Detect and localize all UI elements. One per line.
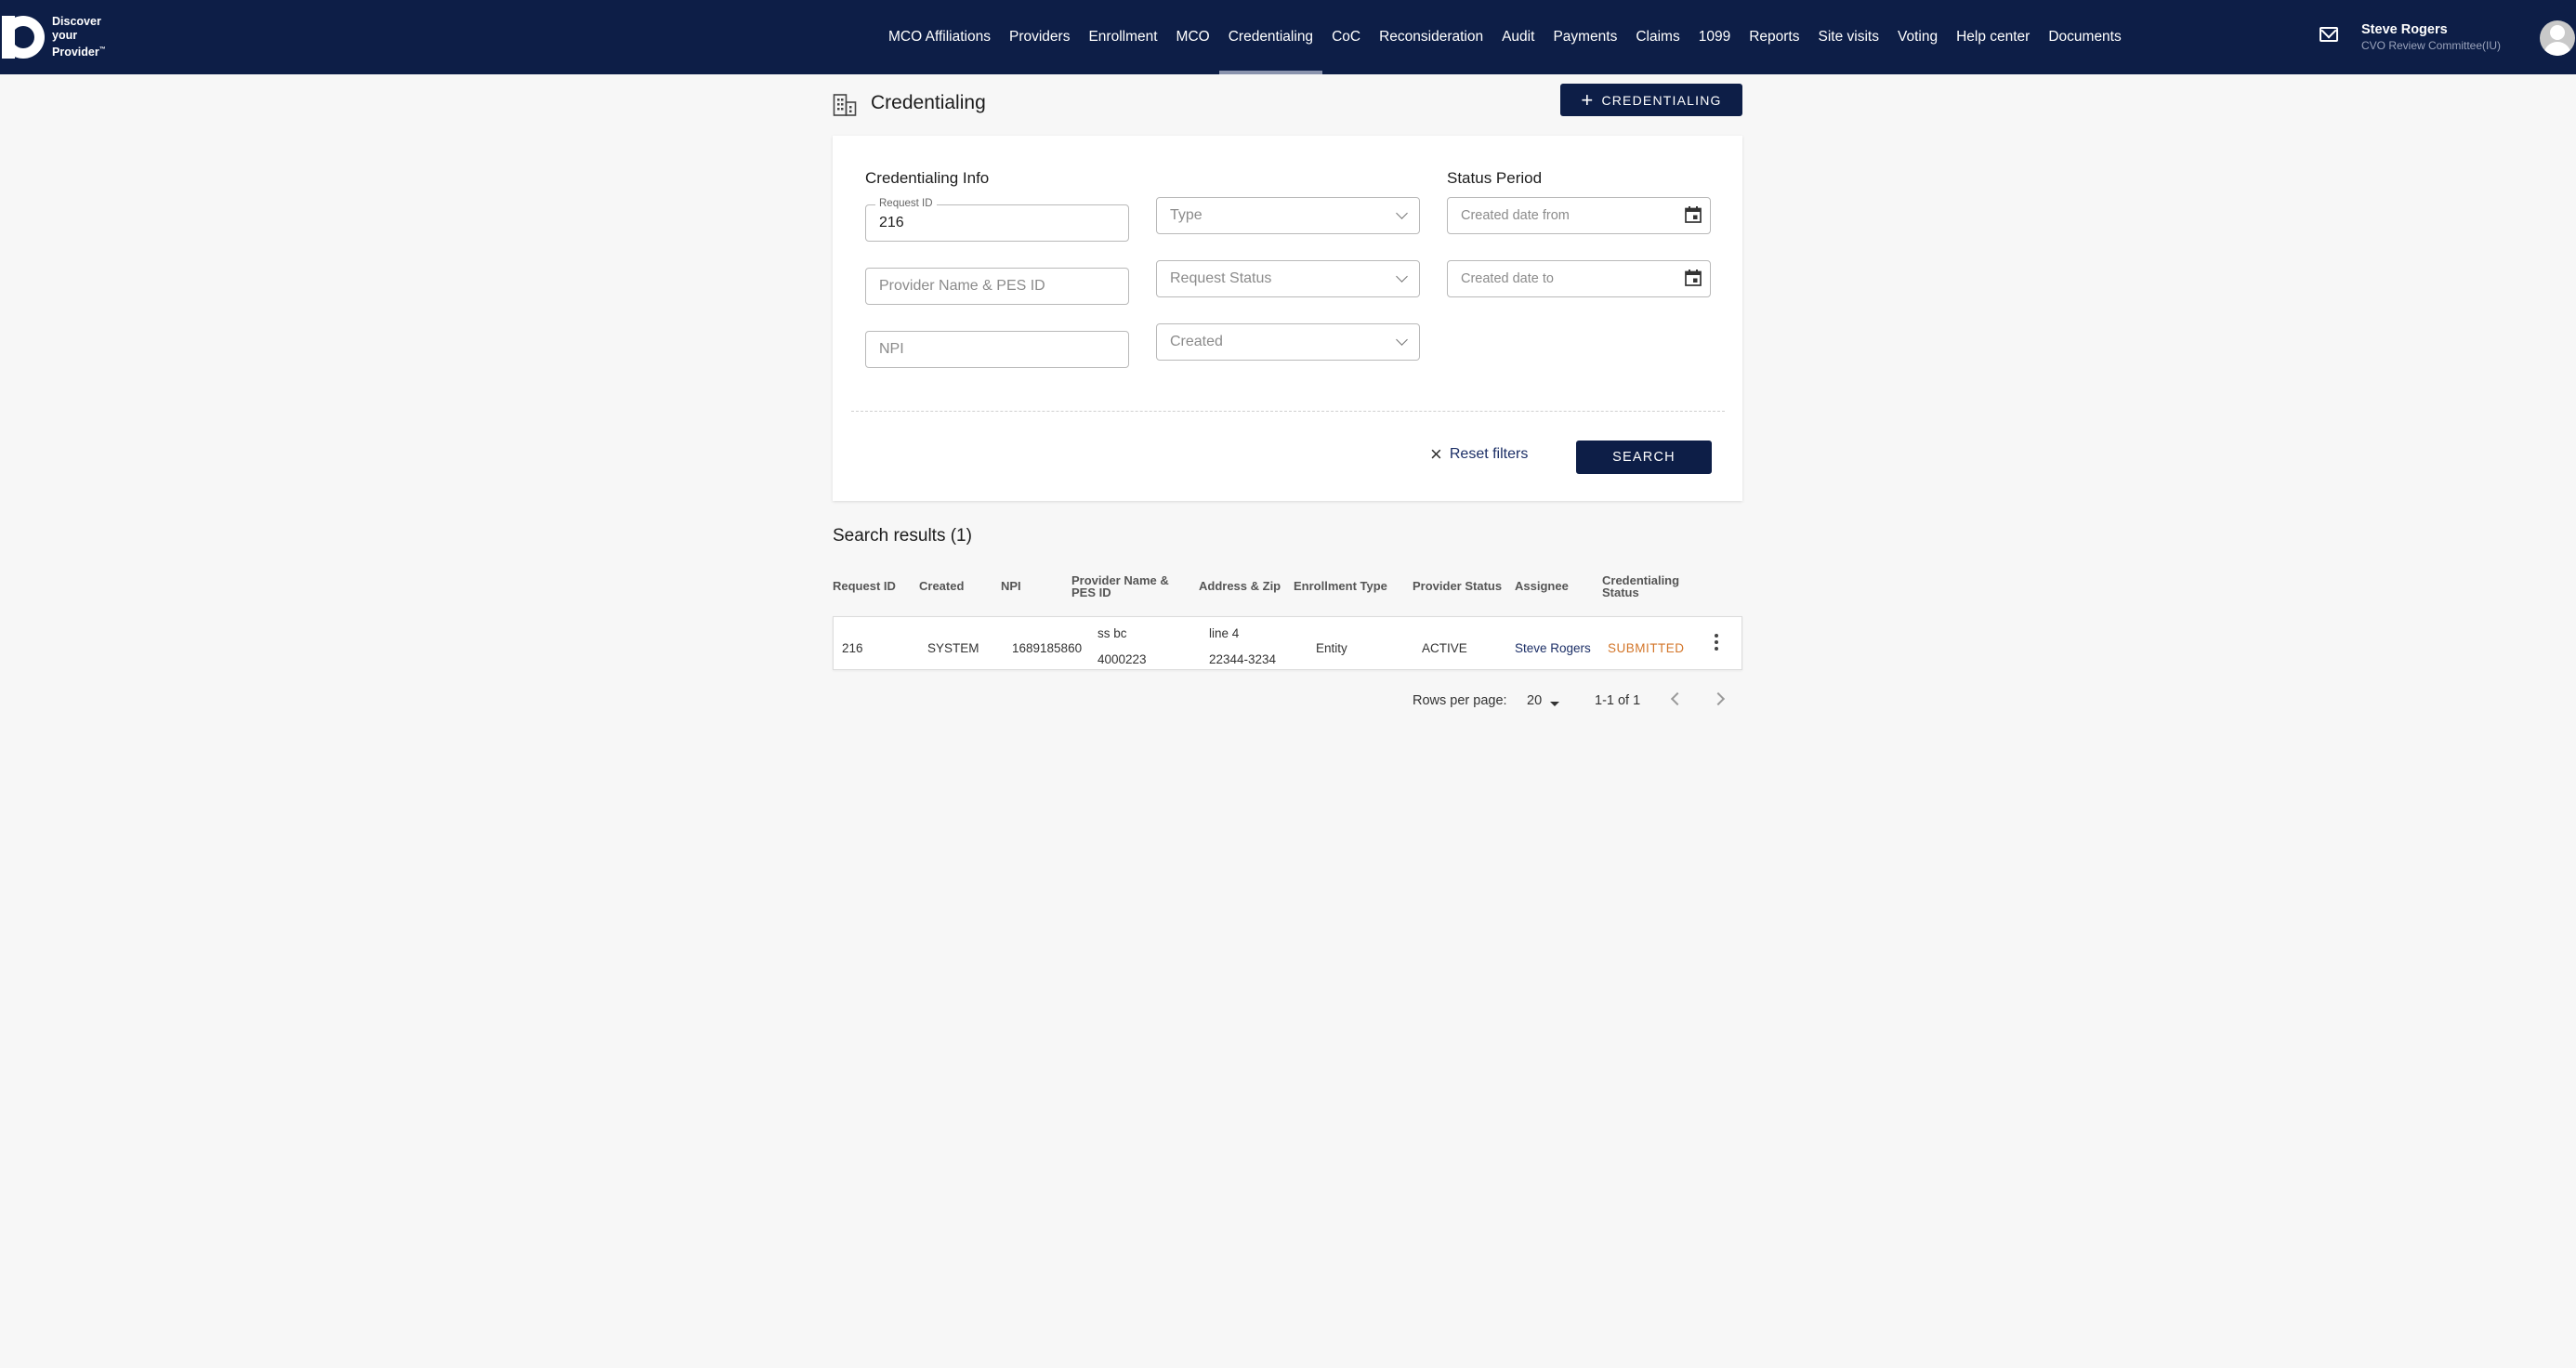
logo-line-2: your	[52, 29, 78, 42]
cell-zip: 22344-3234	[1209, 652, 1277, 666]
col-created[interactable]: Created	[919, 580, 964, 592]
logo-line-1: Discover	[52, 15, 101, 28]
cell-request-id: 216	[842, 641, 863, 655]
credentialing-info-title: Credentialing Info	[865, 169, 990, 187]
nav-enrollment[interactable]: Enrollment	[1079, 0, 1166, 74]
nav-providers[interactable]: Providers	[1000, 0, 1079, 74]
created-date-from-input[interactable]: Created date from	[1447, 197, 1711, 234]
new-credentialing-button[interactable]: + CREDENTIALING	[1560, 84, 1742, 116]
results-title: Search results (1)	[833, 526, 972, 546]
col-credentialing-status[interactable]: Credentialing Status	[1602, 574, 1679, 598]
plus-icon: +	[1581, 87, 1595, 112]
col-address[interactable]: Address & Zip	[1199, 580, 1281, 592]
calendar-icon[interactable]	[1684, 205, 1702, 224]
nav-documents[interactable]: Documents	[2039, 0, 2130, 74]
nav-mco[interactable]: MCO	[1167, 0, 1219, 74]
status-period-title: Status Period	[1447, 169, 1543, 187]
filter-panel: Credentialing Info Status Period Request…	[833, 136, 1742, 501]
cell-provider-name: ss bc	[1097, 626, 1127, 640]
user-role: CVO Review Committee(IU)	[2361, 39, 2502, 52]
chevron-down-icon	[1396, 334, 1408, 346]
avatar[interactable]	[2540, 20, 2575, 56]
cell-pes-id: 4000223	[1097, 652, 1147, 666]
provider-name-placeholder: Provider Name & PES ID	[879, 278, 1045, 294]
page-title: Credentialing	[871, 92, 986, 113]
cell-assignee-link[interactable]: Steve Rogers	[1515, 641, 1591, 655]
created-date-to-input[interactable]: Created date to	[1447, 260, 1711, 297]
col-enrollment-type[interactable]: Enrollment Type	[1294, 580, 1387, 592]
nav-mco-affiliations[interactable]: MCO Affiliations	[879, 0, 1000, 74]
reset-filters-button[interactable]: × Reset filters	[1430, 442, 1529, 466]
brand-logo[interactable]: Discover your Provider™	[2, 15, 106, 59]
request-id-input[interactable]: Request ID 216	[865, 198, 1129, 242]
status-badge: SUBMITTED	[1608, 641, 1685, 655]
type-placeholder: Type	[1170, 207, 1203, 223]
table-row[interactable]: 216 SYSTEM 1689185860 ss bc 4000223 line…	[833, 616, 1742, 670]
nav-payments[interactable]: Payments	[1544, 0, 1626, 74]
nav-1099[interactable]: 1099	[1689, 0, 1740, 74]
request-id-label: Request ID	[875, 198, 937, 209]
caret-down-icon[interactable]	[1550, 702, 1559, 706]
page-range: 1-1 of 1	[1595, 693, 1641, 708]
cell-address: line 4	[1209, 626, 1240, 640]
logo-wordmark: Discover your Provider™	[52, 15, 106, 59]
date-to-placeholder: Created date to	[1461, 271, 1554, 286]
nav-reconsideration[interactable]: Reconsideration	[1370, 0, 1492, 74]
user-name: Steve Rogers	[2361, 22, 2448, 37]
nav-credentialing[interactable]: Credentialing	[1218, 0, 1323, 74]
filter-divider	[851, 411, 1725, 412]
npi-input[interactable]: NPI	[865, 331, 1129, 368]
request-id-value: 216	[879, 215, 904, 230]
chevron-down-icon	[1396, 270, 1408, 283]
col-request-id[interactable]: Request ID	[833, 580, 896, 592]
cell-enrollment-type: Entity	[1316, 641, 1347, 655]
chevron-left-icon[interactable]	[1670, 691, 1685, 706]
user-info[interactable]: Steve Rogers CVO Review Committee(IU)	[2361, 22, 2501, 54]
building-icon	[833, 94, 857, 116]
main-nav: MCO Affiliations Providers Enrollment MC…	[879, 0, 2131, 74]
more-vert-icon[interactable]	[1715, 634, 1718, 652]
col-npi[interactable]: NPI	[1001, 580, 1021, 592]
nav-claims[interactable]: Claims	[1626, 0, 1689, 74]
col-cred-line-2: Status	[1602, 585, 1639, 599]
search-button[interactable]: SEARCH	[1576, 441, 1712, 474]
type-select[interactable]: Type	[1156, 197, 1420, 234]
nav-help-center[interactable]: Help center	[1947, 0, 2039, 74]
created-select[interactable]: Created	[1156, 323, 1420, 361]
close-icon: ×	[1430, 442, 1442, 466]
nav-coc[interactable]: CoC	[1322, 0, 1370, 74]
top-navigation-bar: Discover your Provider™ MCO Affiliations…	[0, 0, 2576, 74]
rows-per-page-select[interactable]: 20	[1527, 693, 1542, 708]
new-credentialing-label: CREDENTIALING	[1601, 92, 1722, 108]
logo-line-3: Provider™	[52, 46, 106, 59]
chevron-down-icon	[1396, 207, 1408, 219]
cell-npi: 1689185860	[1012, 641, 1083, 655]
cell-created: SYSTEM	[927, 641, 979, 655]
chevron-right-icon[interactable]	[1711, 691, 1726, 706]
nav-site-visits[interactable]: Site visits	[1809, 0, 1888, 74]
npi-placeholder: NPI	[879, 341, 904, 357]
reset-filters-label: Reset filters	[1449, 446, 1529, 462]
request-status-select[interactable]: Request Status	[1156, 260, 1420, 297]
date-from-placeholder: Created date from	[1461, 208, 1570, 223]
logo-line-3-text: Provider	[52, 46, 99, 59]
rows-per-page-label: Rows per page:	[1413, 693, 1507, 708]
created-placeholder: Created	[1170, 334, 1223, 349]
provider-name-input[interactable]: Provider Name & PES ID	[865, 268, 1129, 305]
col-provider-line-2: PES ID	[1071, 585, 1111, 599]
nav-reports[interactable]: Reports	[1740, 0, 1808, 74]
request-status-placeholder: Request Status	[1170, 270, 1272, 286]
mail-icon[interactable]	[2320, 27, 2338, 42]
logo-mark-icon	[2, 16, 45, 59]
col-assignee[interactable]: Assignee	[1515, 580, 1569, 592]
cell-provider-status: ACTIVE	[1422, 641, 1467, 655]
col-provider-name[interactable]: Provider Name & PES ID	[1071, 574, 1169, 598]
nav-voting[interactable]: Voting	[1888, 0, 1947, 74]
nav-audit[interactable]: Audit	[1492, 0, 1544, 74]
col-provider-status[interactable]: Provider Status	[1413, 580, 1502, 592]
calendar-icon[interactable]	[1684, 269, 1702, 287]
